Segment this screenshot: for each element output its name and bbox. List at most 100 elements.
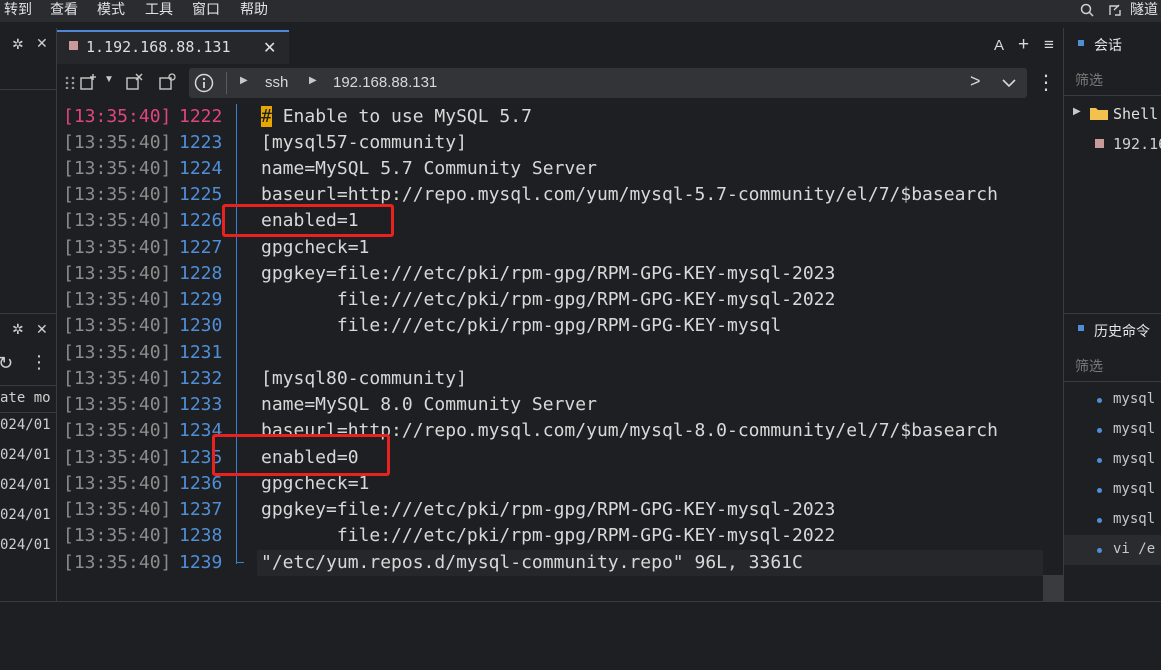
files-settings-icon[interactable]: ✲ [12,321,24,338]
terminal-line: [13:35:40] 1231 [57,340,1062,366]
files-close-icon[interactable]: ✕ [36,321,48,338]
divider [0,412,56,413]
bottom-panel [0,601,1161,670]
session-color-icon [1095,139,1104,148]
history-item[interactable]: mysql [1113,451,1155,467]
chevron-down-icon[interactable]: ▼ [104,74,114,85]
menu-window[interactable]: 窗口 [192,0,220,22]
menu-tools[interactable]: 工具 [145,0,173,22]
left-panel-close-icon[interactable]: ✕ [36,35,48,52]
scrollbar-corner[interactable] [1043,575,1063,601]
line-text: name=MySQL 5.7 Community Server [261,158,597,179]
terminal-line: [13:35:40] 1227 gpgcheck=1 [57,235,1062,261]
line-timestamp: [13:35:40] [63,315,172,336]
line-text: # Enable to use MySQL 5.7 [261,106,532,127]
line-timestamp: [13:35:40] [63,132,172,153]
history-item[interactable]: mysql [1113,391,1155,407]
line-number: 1238 [179,525,223,546]
chevron-right-icon[interactable]: ▶ [1073,106,1081,117]
line-number: 1237 [179,499,223,520]
line-text: name=MySQL 8.0 Community Server [261,394,597,415]
line-timestamp: [13:35:40] [63,420,172,441]
left-panel-settings-icon[interactable]: ✲ [12,36,24,53]
terminal-line: [13:35:40] 1233 name=MySQL 8.0 Community… [57,392,1062,418]
menu-mode[interactable]: 模式 [97,0,125,22]
file-column-header[interactable]: ate mo [0,390,51,406]
file-row-date[interactable]: 024/01 [0,537,51,553]
gutter-line [236,104,237,564]
line-number: 1222 [179,106,223,127]
line-text: gpgkey=file:///etc/pki/rpm-gpg/RPM-GPG-K… [261,499,836,520]
terminal-line: [13:35:40] 1236 gpgcheck=1 [57,471,1062,497]
chevron-right-icon[interactable]: > [970,71,981,92]
more-icon[interactable]: ⋮ [1036,70,1056,95]
highlight-box-enabled-0 [212,434,390,476]
tab-close-icon[interactable]: ✕ [263,38,276,58]
menu-help[interactable]: 帮助 [240,0,268,22]
file-row-date[interactable]: 024/01 [0,477,51,493]
tab-menu-button[interactable]: ≡ [1044,35,1054,55]
line-timestamp: [13:35:40] [63,106,172,127]
session-host-item[interactable]: 192.16 [1113,135,1161,153]
search-icon[interactable] [1080,3,1094,17]
menu-goto[interactable]: 转到 [4,0,32,22]
breadcrumb-host[interactable]: 192.168.88.131 [333,74,437,91]
grip-icon[interactable] [64,75,78,89]
history-item[interactable]: vi /e [1113,541,1155,557]
line-number: 1233 [179,394,223,415]
clone-terminal-icon[interactable] [158,73,176,91]
history-item[interactable]: mysql [1113,511,1155,527]
more-icon[interactable]: ⋮ [30,352,48,373]
gutter-tick [236,562,244,563]
line-number: 1229 [179,289,223,310]
history-filter-input[interactable]: 筛选 [1075,356,1103,376]
file-row-date[interactable]: 024/01 [0,417,51,433]
line-timestamp: [13:35:40] [63,368,172,389]
bullet-icon [1097,398,1102,403]
session-folder-label[interactable]: Shell [1113,105,1158,123]
terminal-line: [13:35:40] 1232 [mysql80-community] [57,366,1062,392]
tab-label: 1.192.168.88.131 [86,38,231,56]
divider [0,385,56,386]
chevron-down-icon[interactable] [1002,78,1016,88]
divider [1064,381,1161,382]
bullet-icon [1097,548,1102,553]
terminal-line: [13:35:40] 1224 name=MySQL 5.7 Community… [57,156,1062,182]
menu-tunnel[interactable]: 隧道 [1130,0,1158,22]
address-bar[interactable]: ▶ ssh ▶ 192.168.88.131 > [189,68,1027,98]
line-timestamp: [13:35:40] [63,263,172,284]
divider [0,89,56,90]
file-row-date[interactable]: 024/01 [0,447,51,463]
tab-session[interactable]: 1.192.168.88.131 ✕ [57,30,289,64]
history-item[interactable]: mysql [1113,481,1155,497]
new-terminal-icon[interactable] [79,73,97,91]
terminal-status-line: [13:35:40] 1239 "/etc/yum.repos.d/mysql-… [57,550,1062,576]
breadcrumb-arrow-icon: ▶ [240,75,248,86]
terminal-line: [13:35:40] 1226 enabled=1 [57,208,1062,234]
divider [1064,95,1161,96]
terminal-line: [13:35:40] 1234 baseurl=http://repo.mysq… [57,418,1062,444]
breadcrumb-protocol[interactable]: ssh [265,74,288,91]
sessions-filter-input[interactable]: 筛选 [1075,70,1103,90]
breadcrumb-arrow-icon: ▶ [309,75,317,86]
bullet-icon [1097,518,1102,523]
tunnel-icon[interactable] [1108,3,1122,17]
new-tab-button[interactable]: + [1018,34,1029,56]
line-timestamp: [13:35:40] [63,210,172,231]
sessions-title: 会话 [1094,37,1122,53]
font-size-button[interactable]: A [994,37,1004,54]
line-text: [mysql57-community] [261,132,467,153]
terminal-output[interactable]: [13:35:40] 1222 # Enable to use MySQL 5.… [57,103,1062,575]
line-text: file:///etc/pki/rpm-gpg/RPM-GPG-KEY-mysq… [261,315,782,336]
line-timestamp: [13:35:40] [63,289,172,310]
close-terminal-icon[interactable] [125,73,143,91]
info-icon[interactable] [194,73,214,93]
history-item[interactable]: mysql [1113,421,1155,437]
file-row-date[interactable]: 024/01 [0,507,51,523]
terminal-line: [13:35:40] 1222 # Enable to use MySQL 5.… [57,104,1062,130]
menu-view[interactable]: 查看 [50,0,78,22]
history-marker-icon [1078,325,1084,331]
refresh-icon[interactable]: ↻ [0,353,13,374]
line-number: 1230 [179,315,223,336]
line-number: 1225 [179,184,223,205]
